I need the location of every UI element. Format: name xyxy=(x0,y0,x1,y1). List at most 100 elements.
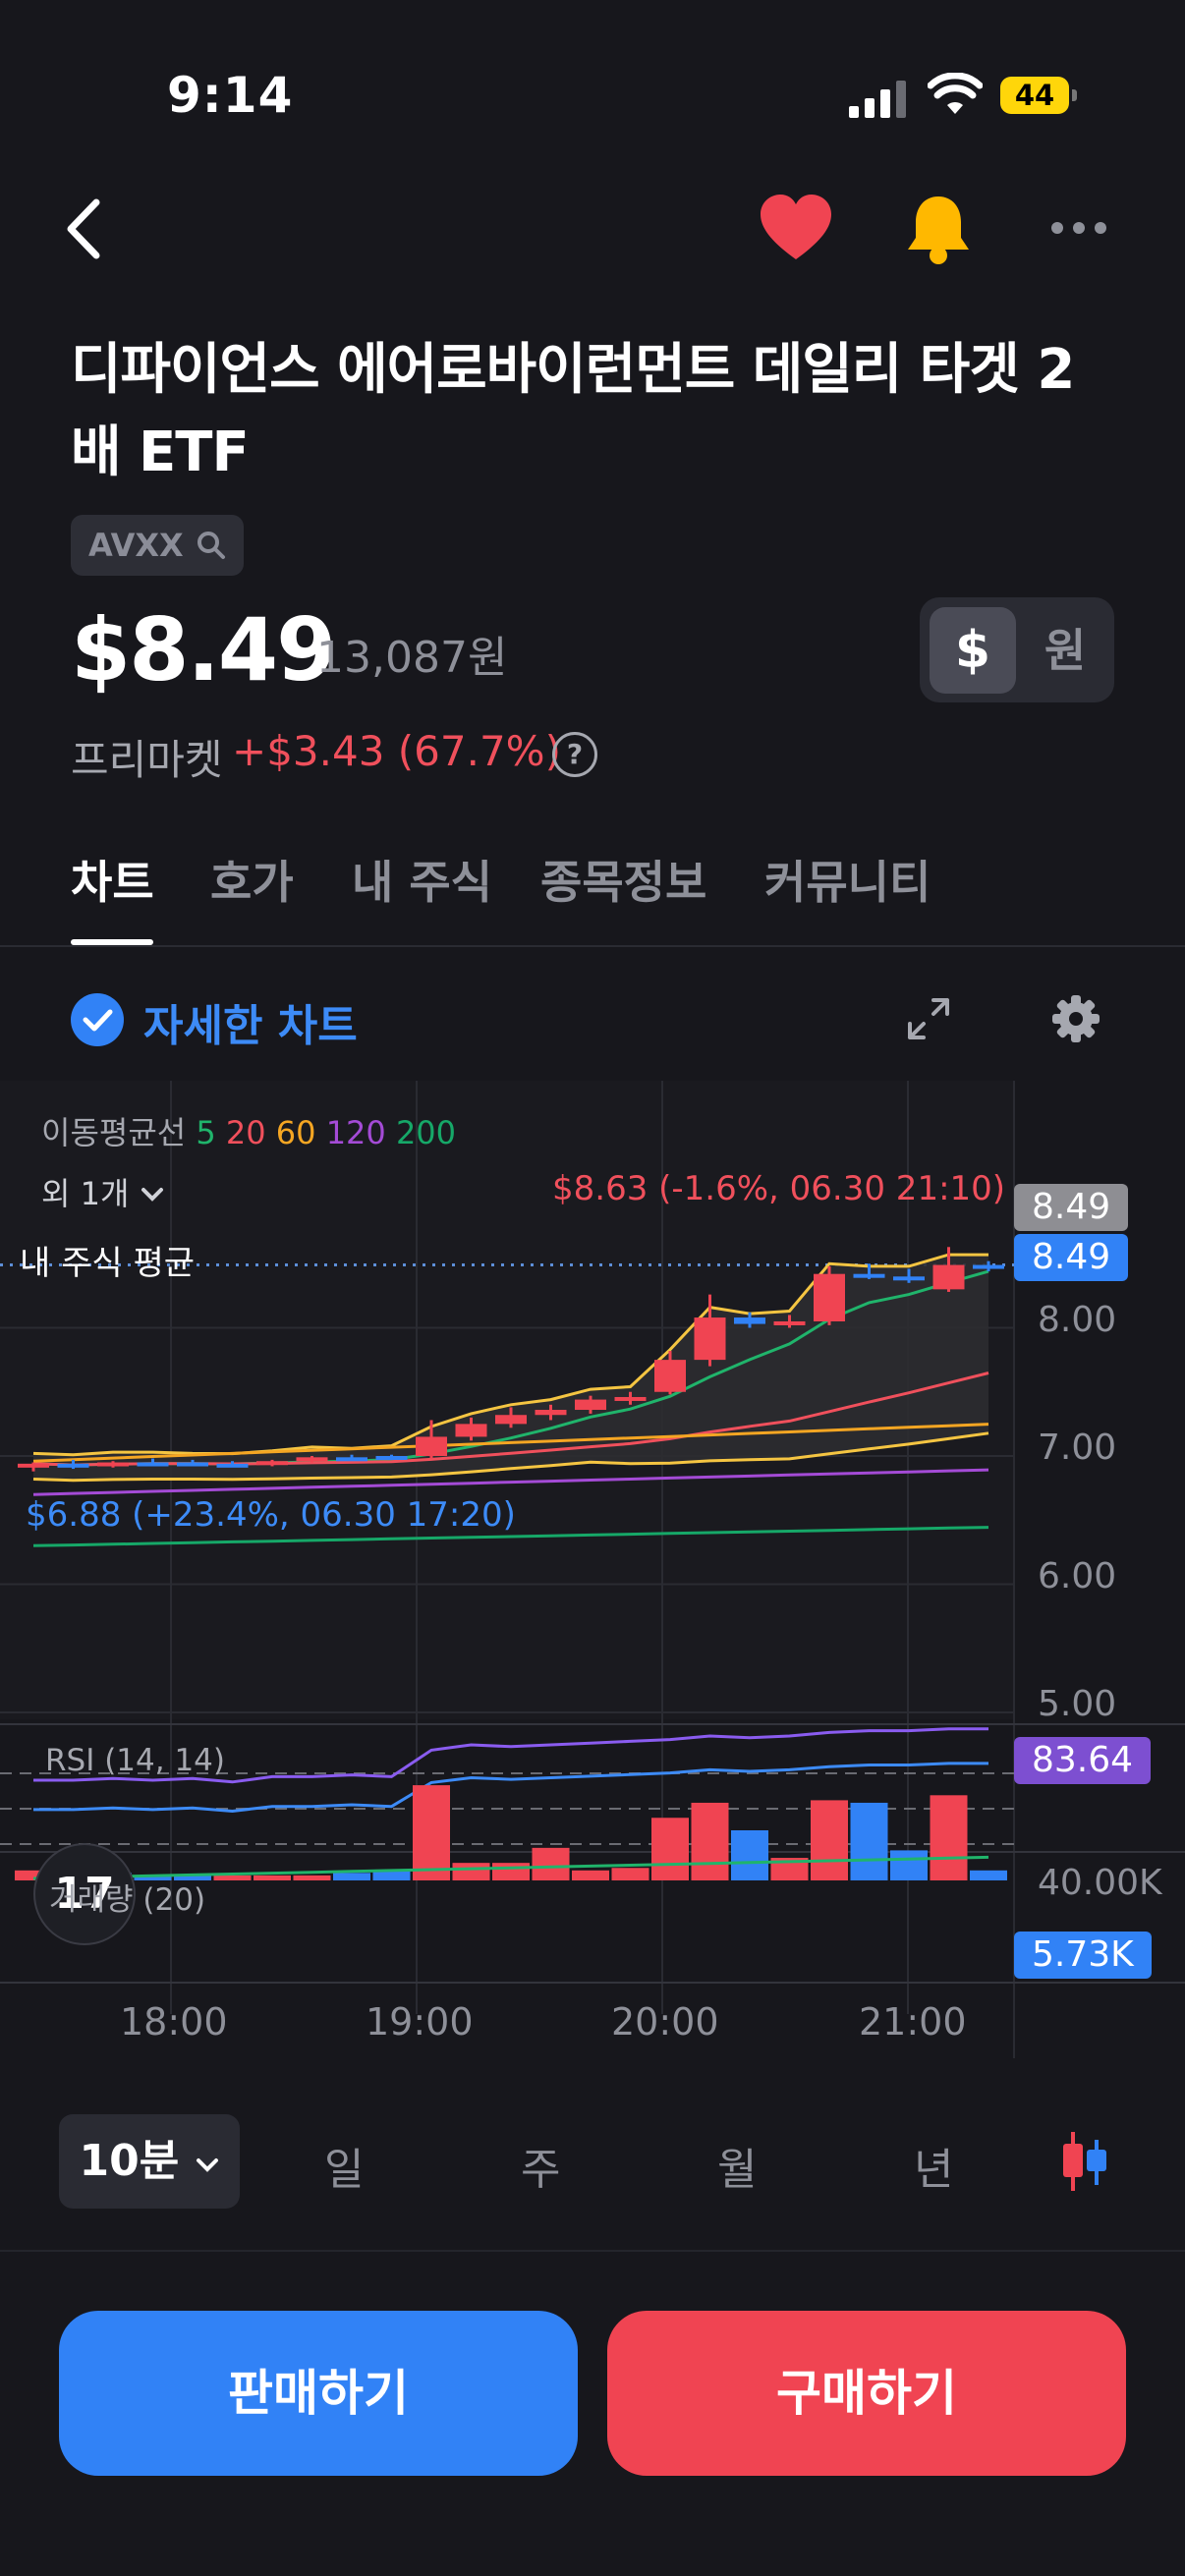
ma-legend[interactable]: 이동평균선 5 20 60 120 200 xyxy=(41,1108,456,1153)
volume-label: 거래량 (20) xyxy=(49,1882,206,1918)
bottom-divider xyxy=(0,2250,1185,2252)
volume-bar xyxy=(293,1875,331,1880)
more-icon[interactable] xyxy=(1049,218,1108,238)
candle-body xyxy=(57,1463,89,1468)
period-week[interactable]: 주 xyxy=(521,2134,560,2197)
volume-bar xyxy=(850,1802,888,1880)
period-year[interactable]: 년 xyxy=(914,2134,953,2197)
candle-body xyxy=(814,1273,845,1321)
volume-bar xyxy=(333,1873,370,1880)
candle-body xyxy=(455,1424,487,1437)
tab-stock-info[interactable]: 종목정보 xyxy=(540,847,706,912)
candle-body xyxy=(216,1463,249,1468)
volume-bar xyxy=(572,1870,609,1880)
candle-body xyxy=(336,1457,367,1462)
current-price: $8.49 xyxy=(71,599,336,700)
volume-bar xyxy=(611,1868,649,1880)
ma-5-label: 5 xyxy=(196,1114,216,1151)
time-axis-label: 18:00 xyxy=(120,2000,228,2044)
volume-bar xyxy=(254,1875,291,1880)
rsi-label: RSI (14, 14) xyxy=(45,1743,226,1778)
volume-bar xyxy=(532,1847,570,1880)
candle-body xyxy=(375,1456,408,1460)
ma-20-label: 20 xyxy=(225,1114,266,1151)
expand-icon[interactable] xyxy=(906,996,951,1041)
volume-bar xyxy=(970,1870,1007,1880)
price-tag-average: 8.49 xyxy=(1014,1234,1129,1281)
more-indicators-toggle[interactable]: 외 1개 xyxy=(41,1169,165,1214)
low-annotation: $6.88 (+23.4%, 06.30 17:20) xyxy=(26,1495,516,1535)
candle-body xyxy=(734,1317,765,1324)
my-average-label: 내 주식 평균 xyxy=(20,1244,196,1283)
signal-icon xyxy=(849,81,906,118)
candle-body xyxy=(973,1264,1004,1269)
price-axis-label: 6.00 xyxy=(1038,1556,1117,1596)
time-axis-label: 21:00 xyxy=(859,2000,967,2044)
tab-community[interactable]: 커뮤니티 xyxy=(764,847,931,912)
ma-legend-label: 이동평균선 xyxy=(41,1114,187,1151)
sell-button[interactable]: 판매하기 xyxy=(59,2311,578,2476)
tab-divider xyxy=(0,945,1185,947)
candlestick-icon[interactable] xyxy=(1057,2130,1110,2193)
check-icon xyxy=(83,1009,113,1032)
candle-body xyxy=(97,1462,129,1467)
ma-200-label: 200 xyxy=(395,1114,457,1151)
price-axis-label: 7.00 xyxy=(1038,1428,1117,1468)
volume-bar xyxy=(811,1800,848,1880)
more-indicators-label: 외 1개 xyxy=(41,1175,130,1212)
volume-bar xyxy=(213,1875,252,1880)
volume-bar xyxy=(452,1863,490,1880)
candle-body xyxy=(416,1436,447,1456)
volume-bar xyxy=(651,1818,689,1880)
high-annotation: $8.63 (-1.6%, 06.30 21:10) xyxy=(552,1169,1006,1208)
ticker-label: AVXX xyxy=(88,527,184,564)
currency-usd-option[interactable]: $ xyxy=(930,607,1016,694)
chevron-down-icon xyxy=(141,1188,163,1202)
time-axis-label: 19:00 xyxy=(366,2000,474,2044)
detail-chart-checkbox[interactable] xyxy=(71,993,124,1046)
buy-button[interactable]: 구매하기 xyxy=(607,2311,1126,2476)
interval-label: 10분 xyxy=(79,2136,180,2186)
heart-icon[interactable] xyxy=(759,195,833,263)
detail-chart-label[interactable]: 자세한 차트 xyxy=(143,990,358,1053)
volume-bar xyxy=(413,1785,450,1880)
candle-body xyxy=(614,1396,647,1401)
chevron-down-icon xyxy=(196,2158,218,2172)
volume-bar xyxy=(930,1795,968,1880)
ma-120-label: 120 xyxy=(325,1114,386,1151)
price-axis-label: 8.00 xyxy=(1038,1300,1117,1340)
volume-bar xyxy=(890,1850,928,1880)
status-time: 9:14 xyxy=(167,67,294,124)
candle-body xyxy=(694,1317,726,1361)
candle-body xyxy=(18,1463,49,1468)
tab-chart[interactable]: 차트 xyxy=(71,847,154,912)
candle-body xyxy=(296,1457,328,1462)
period-day[interactable]: 일 xyxy=(324,2134,364,2197)
price-krw: 13,087원 xyxy=(316,633,508,683)
rsi-value-tag: 83.64 xyxy=(1014,1737,1152,1784)
tab-orderbook[interactable]: 호가 xyxy=(210,847,294,912)
tab-my-stock[interactable]: 내 주식 xyxy=(352,847,492,912)
back-icon[interactable] xyxy=(59,195,108,263)
settings-gear-icon[interactable] xyxy=(1051,994,1100,1043)
price-chart[interactable] xyxy=(0,1081,1185,2073)
volume-value-tag: 5.73K xyxy=(1014,1932,1152,1979)
wifi-icon xyxy=(928,73,983,114)
candle-body xyxy=(932,1264,965,1290)
period-month[interactable]: 월 xyxy=(717,2134,757,2197)
premarket-change: +$3.43 (67.7%) xyxy=(232,727,561,775)
candle-body xyxy=(654,1360,686,1392)
candle-body xyxy=(137,1462,169,1467)
candle-body xyxy=(853,1273,885,1278)
price-tag-current: 8.49 xyxy=(1014,1184,1129,1231)
interval-selector[interactable]: 10분 xyxy=(59,2114,240,2209)
currency-krw-option[interactable]: 원 xyxy=(1022,607,1108,694)
ticker-badge[interactable]: AVXX xyxy=(71,515,244,576)
candle-body xyxy=(177,1462,208,1467)
candle-body xyxy=(893,1276,925,1281)
bell-icon[interactable] xyxy=(904,193,973,265)
help-icon[interactable]: ? xyxy=(552,732,597,777)
ma-60-label: 60 xyxy=(275,1114,316,1151)
volume-axis-label: 40.00K xyxy=(1038,1863,1162,1903)
candle-body xyxy=(256,1461,288,1466)
